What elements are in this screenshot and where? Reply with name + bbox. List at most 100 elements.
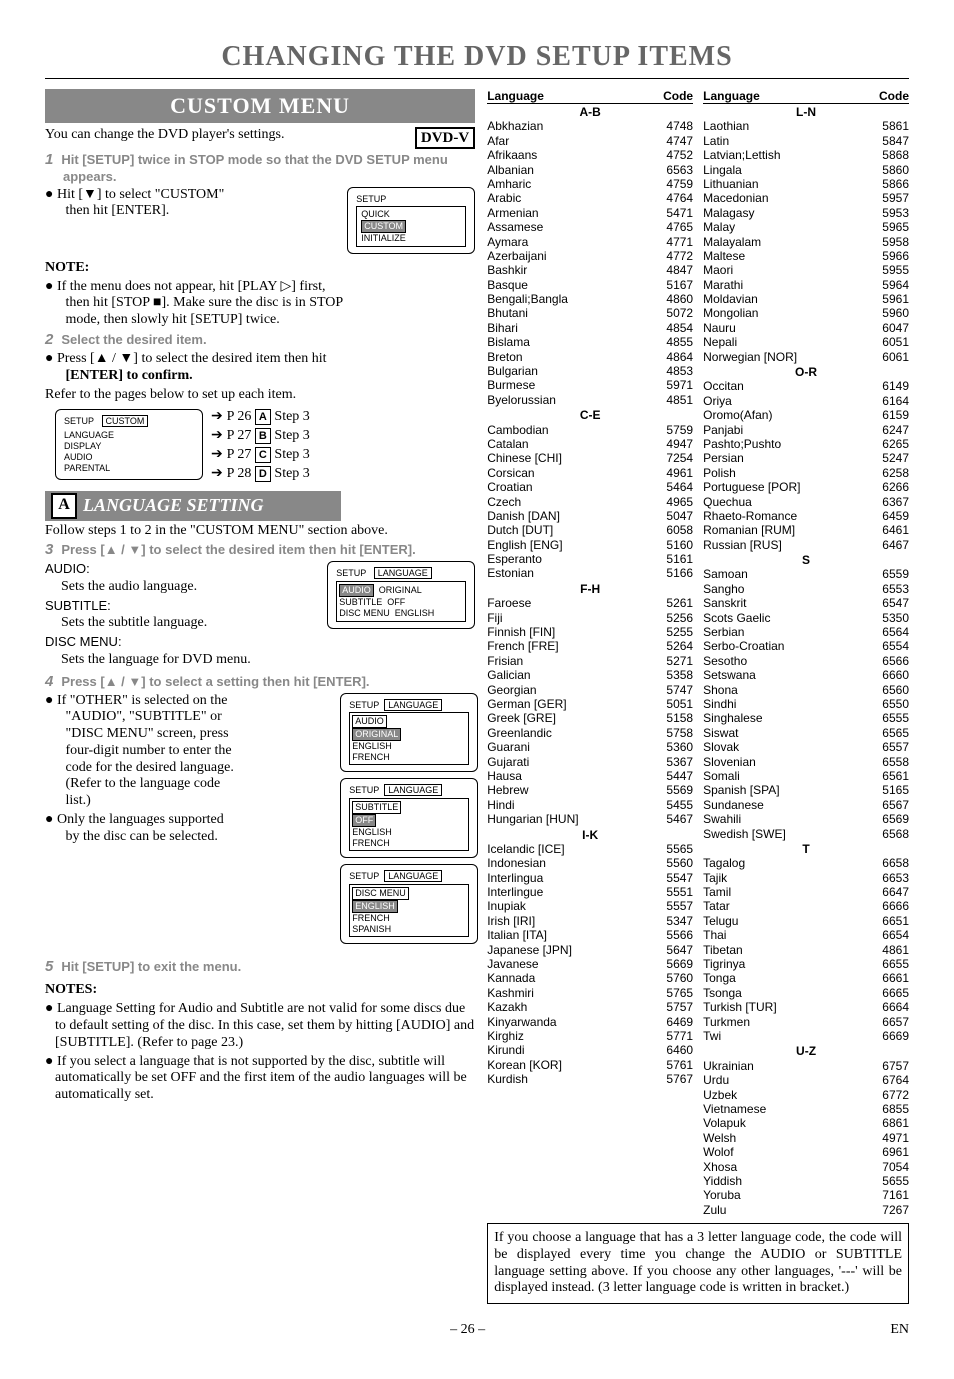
- lang-row: Malay5965: [703, 220, 909, 234]
- step-2: 2Select the desired item.: [63, 331, 475, 349]
- lang-row: Assamese4765: [487, 220, 693, 234]
- lang-row: Singhalese6555: [703, 711, 909, 725]
- lang-row: Finnish [FIN]5255: [487, 625, 693, 639]
- page-ref: ➔ P 27 C Step 3: [211, 445, 310, 464]
- lang-row: Sesotho6566: [703, 654, 909, 668]
- page-ref: ➔ P 26 A Step 3: [211, 407, 310, 426]
- page-ref: ➔ P 27 B Step 3: [211, 426, 310, 445]
- lang-header-right: LanguageCode: [703, 89, 909, 104]
- custom-menu-diagram: SETUP CUSTOM LANGUAGE DISPLAY AUDIO PARE…: [55, 409, 203, 480]
- lang-row: Malagasy5953: [703, 206, 909, 220]
- lang-row: Tamil6647: [703, 885, 909, 899]
- step-5: 5Hit [SETUP] to exit the menu.: [63, 958, 475, 976]
- lang-row: Scots Gaelic5350: [703, 611, 909, 625]
- lang-row: Hungarian [HUN]5467: [487, 812, 693, 826]
- lang-row: French [FRE]5264: [487, 639, 693, 653]
- lang-row: Hindi5455: [487, 798, 693, 812]
- lang-row: Kurdish5767: [487, 1072, 693, 1086]
- lang-row: Bislama4855: [487, 335, 693, 349]
- lang-row: Armenian5471: [487, 206, 693, 220]
- lang-table-right: L-NLaothian5861Latin5847Latvian;Lettish5…: [703, 105, 909, 1217]
- note-b: ● If you select a language that is not s…: [55, 1054, 475, 1104]
- note-a: ● Language Setting for Audio and Subtitl…: [55, 1001, 475, 1051]
- lang-row: German [GER]5051: [487, 697, 693, 711]
- lang-row: Setswana6660: [703, 668, 909, 682]
- menu-item-hi: CUSTOM: [361, 220, 406, 233]
- menu-row: AUDIO ORIGINAL: [339, 584, 463, 597]
- menu-row: SUBTITLE OFF: [339, 597, 463, 608]
- lang-row: Estonian5166: [487, 566, 693, 580]
- lang-row: Tatar6666: [703, 899, 909, 913]
- step-3: 3Press [▲ / ▼] to select the desired ite…: [63, 541, 475, 559]
- lang-row: Yiddish5655: [703, 1174, 909, 1188]
- lang-row: Greenlandic5758: [487, 726, 693, 740]
- lang-row: Frisian5271: [487, 654, 693, 668]
- lang-row: Cambodian5759: [487, 423, 693, 437]
- menu-item: LANGUAGE: [64, 430, 194, 441]
- lang-row: Arabic4764: [487, 191, 693, 205]
- option-menu-diagram: SETUP LANGUAGEDISC MENUENGLISHFRENCHSPAN…: [340, 864, 478, 944]
- lang-row: Russian [RUS]6467: [703, 538, 909, 552]
- lang-row: Kashmiri5765: [487, 986, 693, 1000]
- lang-row: Chinese [CHI]7254: [487, 451, 693, 465]
- step-2-text: Select the desired item.: [61, 332, 206, 347]
- lang-row: Serbo-Croatian6554: [703, 639, 909, 653]
- notes-heading: NOTES:: [45, 982, 475, 999]
- lang-row: Azerbaijani4772: [487, 249, 693, 263]
- intro-text: You can change the DVD player's settings…: [45, 127, 475, 144]
- lang-row: Malayalam5958: [703, 235, 909, 249]
- lang-group-header: O-R: [703, 365, 909, 379]
- lang-row: Breton4864: [487, 350, 693, 364]
- lang-row: Esperanto5161: [487, 552, 693, 566]
- lang-row: Sindhi6550: [703, 697, 909, 711]
- lang-row: Thai6654: [703, 928, 909, 942]
- lang-group-header: A-B: [487, 105, 693, 119]
- lang-row: Bhutani5072: [487, 306, 693, 320]
- lang-row: Wolof6961: [703, 1145, 909, 1159]
- lang-row: Fiji5256: [487, 611, 693, 625]
- bottom-note: If you choose a language that has a 3 le…: [487, 1223, 909, 1304]
- lang-row: Kazakh5757: [487, 1000, 693, 1014]
- section-letter: A: [51, 493, 77, 519]
- lang-row: Yoruba7161: [703, 1188, 909, 1202]
- lang-row: Kirundi6460: [487, 1043, 693, 1057]
- custom-menu-banner: CUSTOM MENU: [45, 89, 475, 123]
- discmenu-heading: DISC MENU:: [45, 634, 475, 650]
- lang-row: Lingala5860: [703, 163, 909, 177]
- lang-row: Byelorussian4851: [487, 393, 693, 407]
- lang-row: Vietnamese6855: [703, 1102, 909, 1116]
- lang-group-header: T: [703, 842, 909, 856]
- lang-row: Macedonian5957: [703, 191, 909, 205]
- lang-row: Gujarati5367: [487, 755, 693, 769]
- lang-row: Zulu7267: [703, 1203, 909, 1217]
- lang-row: Polish6258: [703, 466, 909, 480]
- lang-row: Pashto;Pushto6265: [703, 437, 909, 451]
- lang-row: Kannada5760: [487, 971, 693, 985]
- lang-row: Burmese5971: [487, 378, 693, 392]
- lang-row: English [ENG]5160: [487, 538, 693, 552]
- lang-row: Georgian5747: [487, 683, 693, 697]
- section-title: LANGUAGE SETTING: [83, 495, 264, 517]
- lang-group-header: S: [703, 553, 909, 567]
- lang-row: Marathi5964: [703, 278, 909, 292]
- lang-row: Persian5247: [703, 451, 909, 465]
- lang-row: Maltese5966: [703, 249, 909, 263]
- lang-row: Latvian;Lettish5868: [703, 148, 909, 162]
- lang-row: Serbian6564: [703, 625, 909, 639]
- setup-menu-diagram: SETUP QUICK CUSTOM INITIALIZE: [347, 187, 475, 254]
- step-1-text: Hit [SETUP] twice in STOP mode so that t…: [61, 152, 447, 184]
- lang-row: Swahili6569: [703, 812, 909, 826]
- lang-row: Panjabi6247: [703, 423, 909, 437]
- lang-row: Tagalog6658: [703, 856, 909, 870]
- lang-row: Xhosa7054: [703, 1160, 909, 1174]
- step-5-text: Hit [SETUP] to exit the menu.: [61, 959, 241, 974]
- lang-row: Aymara4771: [487, 235, 693, 249]
- lang-row: Portuguese [POR]6266: [703, 480, 909, 494]
- lang-row: Shona6560: [703, 683, 909, 697]
- option-menu-diagram: SETUP LANGUAGEAUDIOORIGINALENGLISHFRENCH: [340, 693, 478, 773]
- lang-row: Faroese5261: [487, 596, 693, 610]
- section-a-banner: A LANGUAGE SETTING: [45, 491, 341, 521]
- lang-group-header: L-N: [703, 105, 909, 119]
- lang-group-header: U-Z: [703, 1044, 909, 1058]
- lang-row: Siswat6565: [703, 726, 909, 740]
